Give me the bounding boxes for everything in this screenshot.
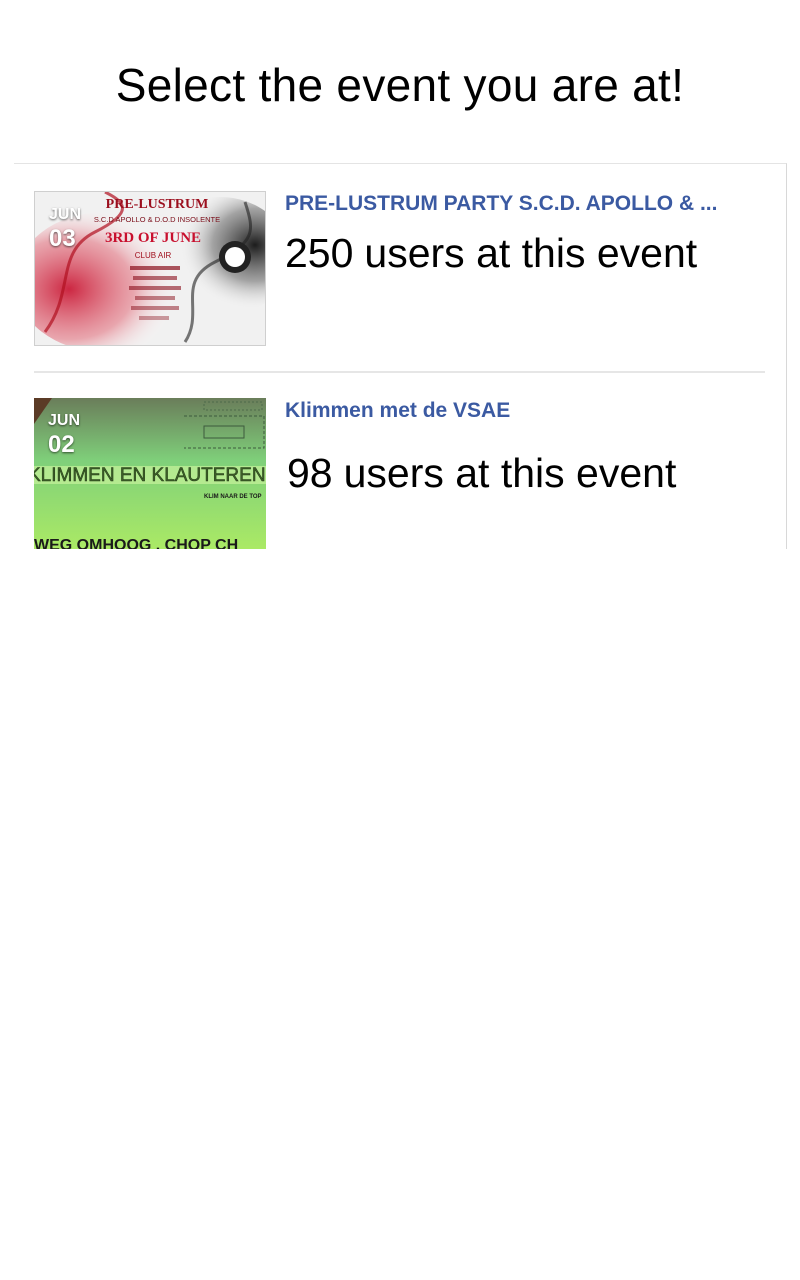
poster-line-1: KLIMMEN EN KLAUTEREN — [34, 465, 266, 486]
page-title: Select the event you are at! — [115, 59, 685, 111]
user-count-suffix: users at this event — [343, 450, 677, 496]
header: Select the event you are at! — [0, 0, 800, 163]
poster-line-1: PRE-LUSTRUM — [106, 197, 209, 212]
date-day: 02 — [48, 431, 75, 458]
date-month: JUN — [49, 206, 82, 223]
poster-line-2: S.C.D APOLLO & D.O.D INSOLENTE — [94, 215, 220, 224]
user-count-number: 250 — [285, 230, 354, 276]
event-user-count: 250 users at this event — [285, 230, 697, 277]
poster-line-4: CLUB AIR — [135, 251, 172, 260]
date-day: 03 — [49, 225, 76, 252]
event-user-count: 98 users at this event — [287, 450, 676, 497]
event-title-link[interactable]: Klimmen met de VSAE — [285, 399, 510, 423]
date-badge: JUN 03 — [49, 206, 81, 254]
poster-line-3: WEG OMHOOG . CHOP CH — [34, 537, 238, 549]
event-list[interactable]: PRE-LUSTRUM S.C.D APOLLO & D.O.D INSOLEN… — [14, 163, 787, 549]
poster-line-2: KLIM NAAR DE TOP — [204, 494, 262, 500]
user-count-number: 98 — [287, 450, 333, 496]
date-badge: JUN 02 — [48, 412, 80, 460]
event-poster-image[interactable]: PRE-LUSTRUM S.C.D APOLLO & D.O.D INSOLEN… — [34, 191, 266, 346]
user-count-suffix: users at this event — [364, 230, 698, 276]
event-title-link[interactable]: PRE-LUSTRUM PARTY S.C.D. APOLLO & ... — [285, 192, 717, 216]
event-list-item[interactable]: KLIMMEN EN KLAUTEREN KLIM NAAR DE TOP WE… — [14, 371, 786, 549]
poster-line-3: 3RD OF JUNE — [105, 230, 201, 246]
event-list-item[interactable]: PRE-LUSTRUM S.C.D APOLLO & D.O.D INSOLEN… — [14, 164, 786, 371]
date-month: JUN — [48, 412, 81, 429]
event-poster-image[interactable]: KLIMMEN EN KLAUTEREN KLIM NAAR DE TOP WE… — [34, 398, 266, 549]
